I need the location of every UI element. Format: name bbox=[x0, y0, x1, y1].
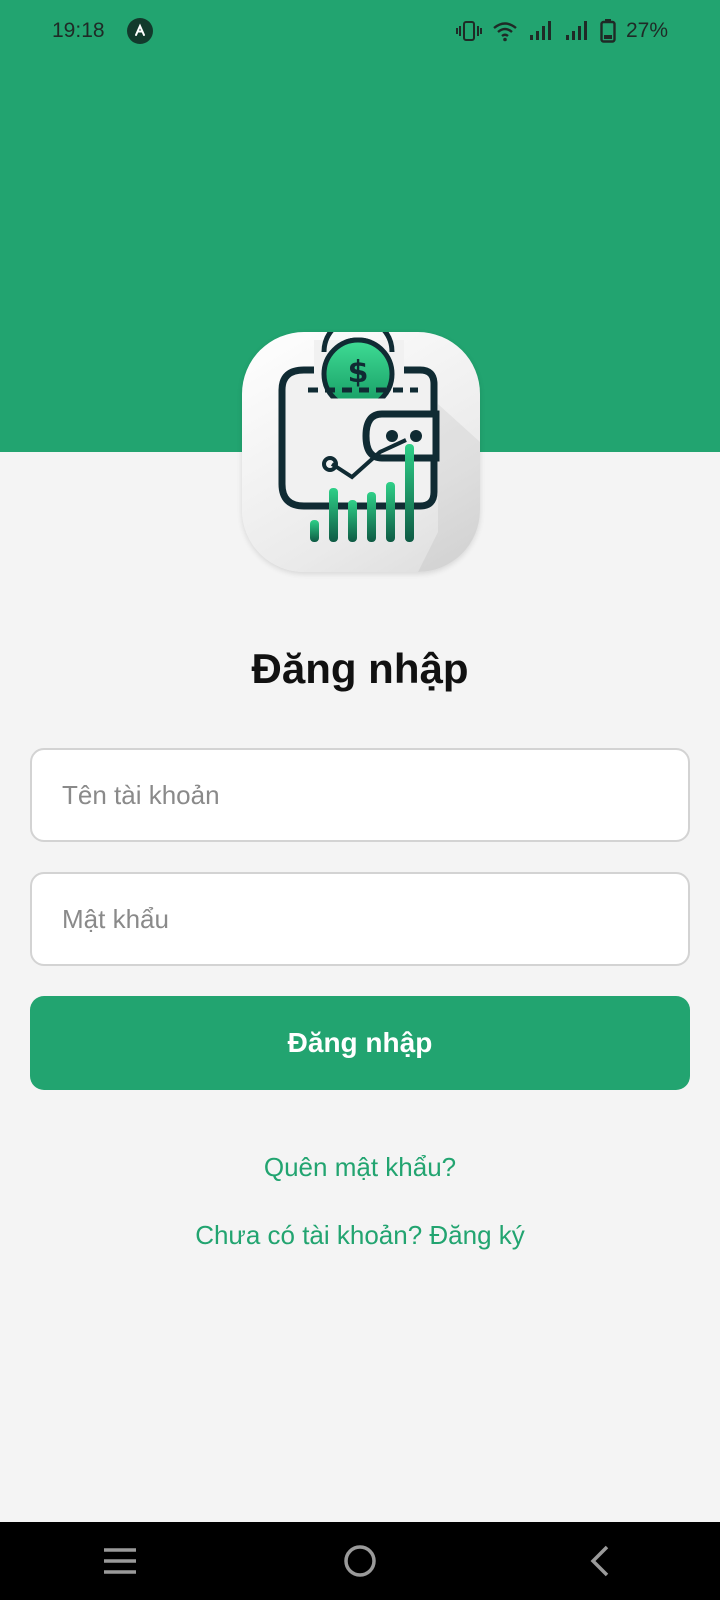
status-time: 19:18 bbox=[52, 19, 105, 42]
signal-icon bbox=[528, 20, 554, 42]
username-field[interactable] bbox=[30, 748, 690, 842]
menu-icon[interactable] bbox=[90, 1531, 150, 1591]
vibrate-icon bbox=[455, 20, 482, 42]
navigation-bar bbox=[0, 1522, 720, 1600]
wallet-chart-logo: $ $ bbox=[278, 332, 480, 572]
home-icon[interactable] bbox=[330, 1531, 390, 1591]
wifi-icon bbox=[492, 20, 518, 42]
password-input[interactable] bbox=[62, 903, 688, 935]
battery-percent: 27% bbox=[625, 19, 668, 42]
battery-icon bbox=[600, 19, 616, 43]
forgot-password-link[interactable]: Quên mật khẩu? bbox=[0, 1152, 720, 1183]
app-notification-icon bbox=[126, 18, 153, 44]
signal-icon bbox=[564, 20, 590, 42]
app-logo: $ $ bbox=[242, 332, 480, 572]
login-button[interactable]: Đăng nhập bbox=[30, 996, 690, 1090]
register-link[interactable]: Chưa có tài khoản? Đăng ký bbox=[0, 1220, 720, 1251]
page-title: Đăng nhập bbox=[251, 645, 469, 692]
username-input[interactable] bbox=[62, 779, 688, 811]
back-icon[interactable] bbox=[570, 1531, 630, 1591]
password-field[interactable] bbox=[30, 872, 690, 966]
status-bar: 19:18 27% bbox=[0, 0, 720, 62]
svg-text:$: $ bbox=[348, 355, 369, 390]
